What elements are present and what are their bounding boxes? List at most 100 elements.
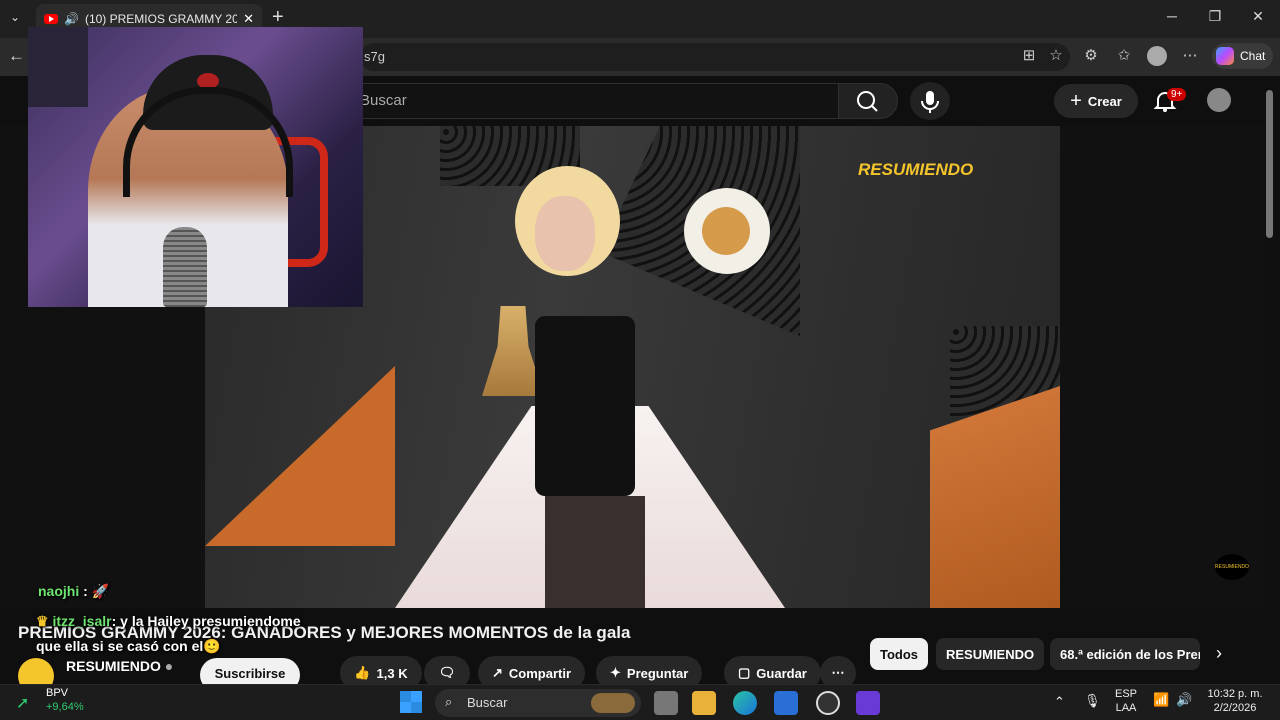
- clock[interactable]: 10:32 p. m. 2/2/2026: [1200, 687, 1270, 715]
- stock-change: +9,64%: [46, 701, 84, 713]
- dislike-button[interactable]: 🗨: [424, 656, 470, 684]
- share-label: Compartir: [508, 665, 572, 681]
- more-actions-button[interactable]: ⋯: [820, 656, 856, 684]
- obs-icon[interactable]: [816, 691, 840, 715]
- create-button[interactable]: + Crear: [1054, 84, 1138, 118]
- file-explorer-icon[interactable]: [692, 691, 716, 715]
- plus-icon: +: [1070, 89, 1082, 112]
- keyboard-layout: LAA: [1115, 702, 1137, 714]
- tray-microphone-icon[interactable]: 🎙: [1084, 694, 1101, 708]
- tab-actions-chevron-icon[interactable]: ⌄: [10, 10, 20, 24]
- chip-resumiendo[interactable]: RESUMIENDO: [936, 638, 1045, 670]
- like-button[interactable]: 👍 1,3 K: [340, 656, 422, 684]
- chat-text: que ella si se casó con el: [36, 638, 204, 654]
- windows-start-icon[interactable]: [400, 691, 422, 713]
- webcam-overlay: [28, 27, 363, 307]
- sparkle-icon: ✦: [610, 665, 621, 680]
- rocket-emote-icon: 🚀: [91, 583, 110, 599]
- windows-taskbar: ➚ BPV +9,64% ⌕ Buscar ⌃ 🎙 ESP LAA 📶 🔊 10…: [0, 684, 1280, 720]
- chat-message: naojhi : 🚀: [38, 583, 110, 599]
- tab-title: (10) PREMIOS GRAMMY 2026: [84, 12, 238, 26]
- chat-username: itzz_isalr: [52, 613, 112, 629]
- channel-name[interactable]: RESUMIENDO ●: [66, 658, 173, 674]
- create-label: Crear: [1087, 93, 1122, 109]
- copilot-chat-button[interactable]: Chat: [1212, 43, 1274, 69]
- profile-avatar[interactable]: [1147, 46, 1167, 66]
- speaker-icon[interactable]: 🔊: [64, 12, 79, 26]
- microphone: [163, 227, 207, 307]
- channel-overlay-logo: RESUMIENDO: [858, 160, 974, 179]
- chat-message: ♛ itzz_isalr: y la Hailey presumiendome: [36, 613, 301, 630]
- thumbs-down-icon: 🗨: [438, 665, 456, 680]
- cbs-eye-logo: [684, 188, 770, 274]
- stock-name: BPV: [46, 687, 69, 699]
- split-screen-icon[interactable]: ⊞: [1018, 46, 1040, 64]
- maximize-icon[interactable]: ❐: [1203, 8, 1227, 25]
- clock-date: 2/2/2026: [1213, 702, 1257, 714]
- save-icon: ▢: [738, 665, 751, 680]
- clock-time: 10:32 p. m.: [1207, 688, 1263, 700]
- edge-icon[interactable]: [733, 691, 757, 715]
- show-hidden-icons[interactable]: ⌃: [1054, 695, 1065, 709]
- chat-label: Chat: [1240, 49, 1266, 63]
- favorites-icon[interactable]: ✩: [1113, 46, 1135, 64]
- voice-search-button[interactable]: [910, 82, 950, 120]
- orange-panel: [205, 366, 395, 546]
- smile-emote-icon: 🙂: [203, 638, 221, 654]
- search-highlight-icon: [591, 693, 635, 713]
- task-view-icon[interactable]: [654, 691, 678, 715]
- subscribe-button[interactable]: Suscribirse: [200, 658, 300, 684]
- background-shelf: [28, 27, 88, 107]
- taskbar-search-icon: ⌕: [445, 694, 453, 709]
- chips-next-icon[interactable]: ›: [1216, 643, 1222, 664]
- minimize-icon[interactable]: ─: [1160, 8, 1184, 24]
- search-placeholder: Buscar: [360, 92, 407, 109]
- taskbar-search[interactable]: ⌕ Buscar: [435, 689, 641, 717]
- chat-message-line2: que ella si se casó con el🙂: [36, 638, 221, 655]
- account-avatar[interactable]: [1207, 88, 1231, 112]
- extensions-icon[interactable]: ⚙: [1080, 46, 1102, 64]
- share-button[interactable]: ↗ Compartir: [478, 656, 586, 684]
- new-tab-icon[interactable]: +: [272, 6, 284, 29]
- back-icon[interactable]: ←: [8, 46, 25, 66]
- scrollbar-thumb[interactable]: [1266, 90, 1273, 238]
- more-options-icon[interactable]: ⋯: [1179, 46, 1201, 64]
- share-icon: ↗: [492, 665, 503, 680]
- search-icon: [857, 91, 878, 112]
- channel-avatar[interactable]: [18, 658, 54, 684]
- app-icon[interactable]: [856, 691, 880, 715]
- close-window-icon[interactable]: ✕: [1246, 8, 1270, 25]
- wifi-icon[interactable]: 📶: [1153, 693, 1169, 707]
- legs: [545, 496, 645, 608]
- face: [535, 196, 595, 271]
- channel-watermark: RESUMIENDO: [1215, 554, 1249, 580]
- search-button[interactable]: [838, 83, 898, 119]
- language-code: ESP: [1114, 688, 1137, 700]
- url-field[interactable]: s7g: [360, 43, 1070, 71]
- language-indicator[interactable]: ESP LAA: [1112, 687, 1140, 715]
- chat-username: naojhi: [38, 583, 80, 599]
- like-count: 1,3 K: [376, 665, 408, 681]
- volume-icon[interactable]: 🔊: [1176, 693, 1192, 707]
- chip-todos[interactable]: Todos: [870, 638, 929, 670]
- save-button[interactable]: ▢ Guardar: [724, 656, 821, 684]
- microphone-icon: [921, 91, 939, 113]
- youtube-favicon-icon: [44, 14, 58, 24]
- favorite-star-icon[interactable]: ☆: [1045, 46, 1067, 64]
- verified-icon: ●: [164, 658, 174, 674]
- notification-badge: 9+: [1167, 88, 1187, 101]
- more-icon: ⋯: [831, 665, 845, 680]
- tab-close-icon[interactable]: ✕: [243, 11, 254, 27]
- search-input[interactable]: Buscar: [345, 83, 838, 119]
- chip-grammy-edition[interactable]: 68.ª edición de los Premios: [1050, 638, 1200, 670]
- ask-label: Preguntar: [626, 665, 689, 681]
- taskbar-search-label: Buscar: [467, 695, 508, 710]
- copilot-icon: [1216, 47, 1234, 65]
- dress-bodice: [535, 316, 635, 496]
- store-icon[interactable]: [774, 691, 798, 715]
- save-label: Guardar: [756, 665, 807, 681]
- thumbs-up-icon: 👍: [354, 665, 371, 680]
- ask-button[interactable]: ✦ Preguntar: [596, 656, 703, 684]
- chat-text: : y la Hailey presumiendome: [111, 613, 301, 629]
- crown-badge-icon: ♛: [36, 613, 49, 629]
